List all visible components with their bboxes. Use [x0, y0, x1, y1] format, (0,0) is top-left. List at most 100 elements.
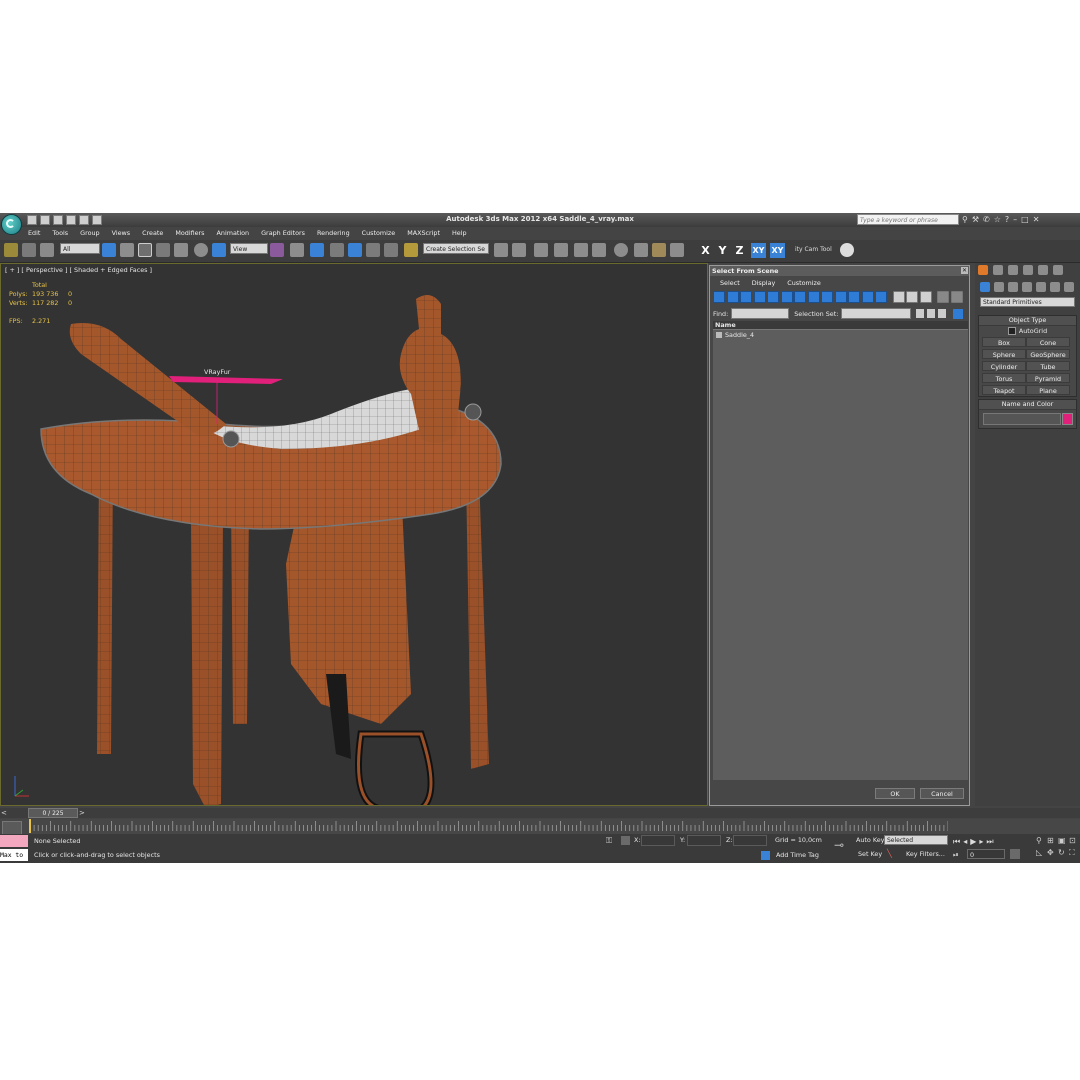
new-icon[interactable]: [27, 215, 37, 225]
slider-prev-icon[interactable]: <: [1, 809, 9, 817]
filter-cameras-icon[interactable]: [753, 291, 766, 303]
dialog-menu-customize[interactable]: Customize: [783, 278, 825, 288]
layer-manager-icon[interactable]: [534, 243, 548, 257]
material-editor-icon[interactable]: [614, 243, 628, 257]
select-by-name-icon[interactable]: [120, 243, 134, 257]
rectangular-region-icon[interactable]: [138, 243, 152, 257]
edit-named-selection-icon[interactable]: [404, 243, 418, 257]
filter-helpers-icon[interactable]: [767, 291, 779, 303]
sync-selection-icon[interactable]: [937, 291, 949, 303]
filter-geometry-icon[interactable]: [713, 291, 725, 303]
find-input[interactable]: [731, 308, 790, 319]
menu-animation[interactable]: Animation: [211, 228, 256, 239]
selection-lock-icon[interactable]: ⚿: [606, 836, 614, 845]
minimize-icon[interactable]: –: [1013, 215, 1017, 224]
dialog-close-icon[interactable]: ✕: [961, 267, 968, 274]
lights-icon[interactable]: [1008, 282, 1018, 292]
motion-tab-icon[interactable]: [1023, 265, 1033, 275]
space-warps-icon[interactable]: [1050, 282, 1060, 292]
unlink-icon[interactable]: [22, 243, 36, 257]
torus-button[interactable]: Torus: [982, 373, 1026, 383]
cone-button[interactable]: Cone: [1026, 337, 1070, 347]
current-frame-field[interactable]: 0: [967, 849, 1005, 859]
pyramid-button[interactable]: Pyramid: [1026, 373, 1070, 383]
cameras-icon[interactable]: [1022, 282, 1032, 292]
render-production-icon[interactable]: [670, 243, 684, 257]
name-and-color-title[interactable]: Name and Color: [979, 400, 1076, 410]
menu-create[interactable]: Create: [136, 228, 169, 239]
close-icon[interactable]: ✕: [1033, 215, 1040, 224]
angle-snap-icon[interactable]: [348, 243, 362, 257]
zoom-icon[interactable]: ⚲: [1036, 836, 1045, 845]
selection-filter-dropdown[interactable]: All: [60, 243, 100, 254]
filter-spacewarps-icon[interactable]: [780, 291, 793, 303]
schematic-view-icon[interactable]: [592, 243, 606, 257]
display-all-icon[interactable]: [892, 291, 905, 303]
filter-groups-icon[interactable]: [794, 291, 806, 303]
systems-icon[interactable]: [1064, 282, 1074, 292]
sphere-button[interactable]: Sphere: [982, 349, 1026, 359]
menu-modifiers[interactable]: Modifiers: [169, 228, 210, 239]
time-tag-icon[interactable]: [761, 851, 770, 860]
scale-icon[interactable]: [212, 243, 226, 257]
snaps-toggle-icon[interactable]: [330, 243, 344, 257]
filter-combos-icon[interactable]: [950, 291, 963, 303]
window-crossing-icon[interactable]: [156, 243, 170, 257]
pivot-center-icon[interactable]: [270, 243, 284, 257]
graphite-ribbon-icon[interactable]: [554, 243, 568, 257]
slider-next-icon[interactable]: >: [79, 809, 87, 817]
dialog-menu-display[interactable]: Display: [748, 278, 780, 288]
zoom-extents-icon[interactable]: ▣: [1058, 836, 1067, 845]
reference-coordinate-dropdown[interactable]: View: [230, 243, 268, 254]
open-icon[interactable]: [40, 215, 50, 225]
axis-xy-button[interactable]: XY: [751, 243, 766, 258]
z-coordinate-field[interactable]: [733, 835, 767, 846]
menu-customize[interactable]: Customize: [356, 228, 402, 239]
exchange-icon[interactable]: ✆: [983, 215, 990, 224]
menu-graph-editors[interactable]: Graph Editors: [255, 228, 311, 239]
select-dependents-icon[interactable]: [953, 308, 964, 319]
maxscript-listener-pink[interactable]: [0, 835, 28, 847]
perspective-viewport[interactable]: [ + ] [ Perspective ] [ Shaded + Edged F…: [0, 263, 708, 806]
create-tab-icon[interactable]: [978, 265, 988, 275]
star-icon[interactable]: ☆: [994, 215, 1001, 224]
menu-group[interactable]: Group: [74, 228, 105, 239]
key-filters-button[interactable]: Key Filters...: [906, 850, 945, 858]
set-key-icon[interactable]: ⊸: [834, 838, 850, 854]
frame-slider-thumb[interactable]: 0 / 225: [28, 808, 78, 818]
ok-button[interactable]: OK: [875, 788, 915, 799]
render-setup-icon[interactable]: [634, 243, 648, 257]
autogrid-checkbox[interactable]: [1007, 326, 1016, 335]
add-time-tag[interactable]: Add Time Tag: [776, 851, 819, 859]
cam-tool-icon[interactable]: [840, 243, 854, 257]
zoom-all-icon[interactable]: ⊞: [1047, 836, 1056, 845]
project-folder-icon[interactable]: [92, 215, 102, 225]
rendered-frame-window-icon[interactable]: [652, 243, 666, 257]
binoculars-icon[interactable]: ⚲: [962, 215, 968, 224]
object-name-field[interactable]: [983, 413, 1061, 425]
y-coordinate-field[interactable]: [687, 835, 721, 846]
rotate-icon[interactable]: [194, 243, 208, 257]
application-button[interactable]: [1, 214, 22, 235]
display-tab-icon[interactable]: [1038, 265, 1048, 275]
spinner-snap-icon[interactable]: [384, 243, 398, 257]
set-key-button[interactable]: Set Key: [858, 850, 882, 858]
absolute-mode-icon[interactable]: [621, 836, 630, 845]
default-in-out-tangents-icon[interactable]: ╲: [887, 849, 899, 859]
move-icon[interactable]: [174, 243, 188, 257]
select-none-icon[interactable]: [927, 309, 936, 318]
orbit-icon[interactable]: ↻: [1058, 848, 1067, 858]
geosphere-button[interactable]: GeoSphere: [1026, 349, 1070, 359]
field-of-view-icon[interactable]: ◺: [1036, 848, 1045, 858]
geometry-icon[interactable]: [980, 282, 990, 292]
filter-bones-icon[interactable]: [821, 291, 833, 303]
zoom-extents-all-icon[interactable]: ⊡: [1069, 836, 1078, 845]
help-icon[interactable]: ?: [1005, 215, 1009, 224]
filter-particles-icon[interactable]: [875, 291, 887, 303]
save-icon[interactable]: [53, 215, 63, 225]
select-object-icon[interactable]: [102, 243, 116, 257]
menu-views[interactable]: Views: [106, 228, 137, 239]
bind-space-warp-icon[interactable]: [40, 243, 54, 257]
menu-tools[interactable]: Tools: [46, 228, 74, 239]
auto-key-button[interactable]: Auto Key: [856, 836, 884, 844]
